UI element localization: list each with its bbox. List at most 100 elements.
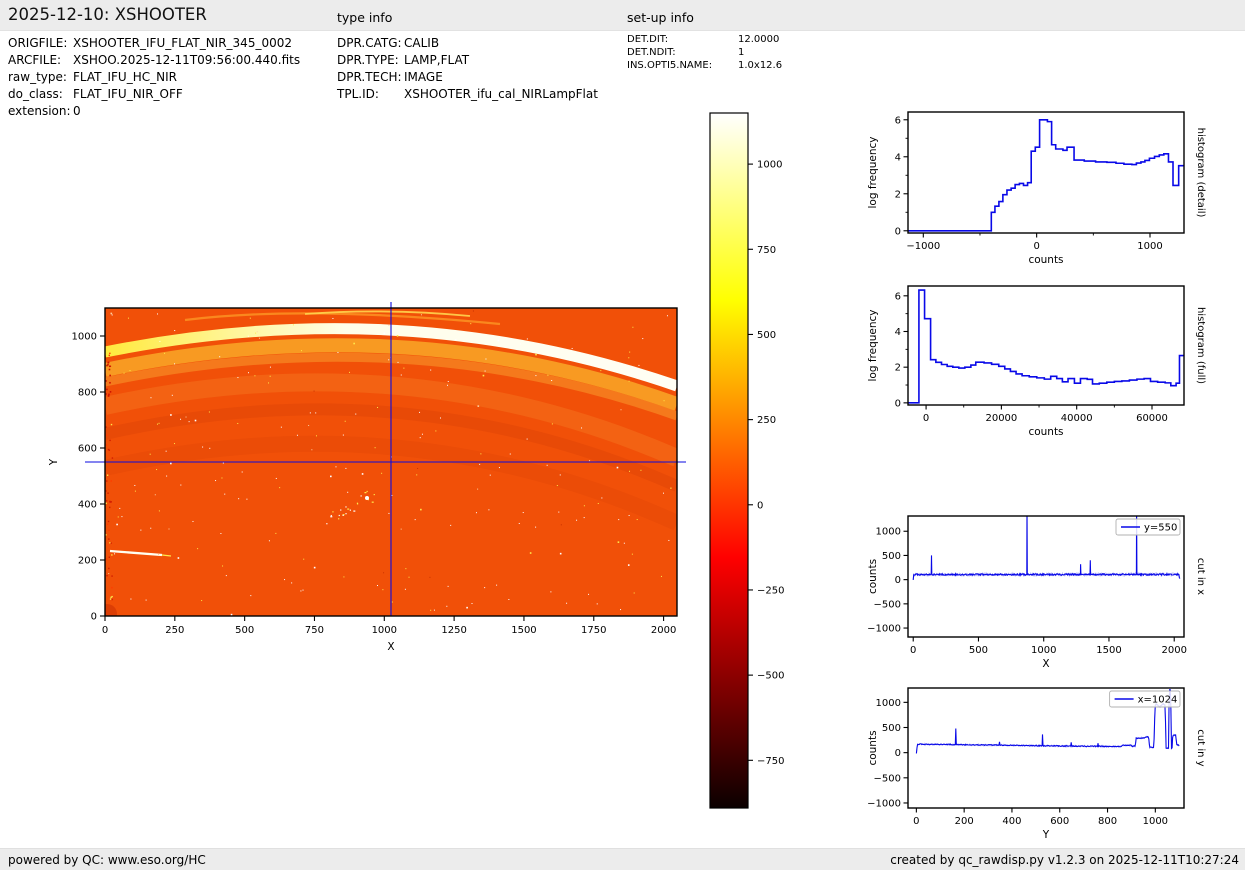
field-value: 12.0000 [738,34,779,45]
y-tick-label: 500 [882,551,901,562]
x-tick-label: 40000 [1061,413,1093,424]
colorbar-tick-label: 1000 [757,160,782,171]
y-tick-label: 6 [895,291,901,302]
y-tick-label: 600 [78,444,97,455]
type-info-heading: type info [337,10,392,25]
field-label: raw_type: [8,70,67,84]
image-x-axis: 025050075010001250150017502000 [102,616,677,636]
y-tick-label: 2 [895,363,901,374]
x-tick-label: 1000 [1031,645,1056,656]
field-label: ARCFILE: [8,53,61,67]
x-axis-label: counts [1028,426,1063,438]
y-tick-label: 4 [895,327,901,338]
x-tick-label: 20000 [985,413,1017,424]
colorbar-tick-label: −500 [757,671,784,682]
field-label: DET.NDIT: [627,47,676,58]
footer-powered-by: powered by QC: www.eso.org/HC [8,853,206,867]
field-value: XSHOOTER_IFU_FLAT_NIR_345_0002 [73,36,292,50]
field-value: LAMP,FLAT [404,53,469,67]
image-y-axis-label: Y [48,458,60,466]
x-tick-label: 500 [969,645,988,656]
y-tick-label: −1000 [867,798,901,809]
y-tick-label: 400 [78,500,97,511]
field-value: CALIB [404,36,439,50]
x-axis: 02004006008001000 [913,808,1168,827]
x-tick-label: 0 [923,413,929,424]
y-tick-label: 0 [91,612,97,623]
y-tick-label: 4 [895,152,901,163]
x-tick-label: −1000 [906,241,940,252]
y-tick-label: 1000 [876,527,901,538]
field-label: INS.OPTI5.NAME: [627,60,712,71]
field-value: XSHOOTER_ifu_cal_NIRLampFlat [404,87,598,101]
x-tick-label: 2000 [1161,645,1186,656]
image-x-axis-label: X [387,641,394,653]
field-value: IMAGE [404,70,443,84]
y-tick-label: 0 [895,748,901,759]
field-value: XSHOO.2025-12-11T09:56:00.440.fits [73,53,300,67]
setup-info-heading: set-up info [627,10,694,25]
x-tick-label: 400 [1002,816,1021,827]
x-tick-label: 1000 [372,625,397,636]
y-tick-label: 0 [895,226,901,237]
footer-bar: powered by QC: www.eso.org/HC created by… [0,848,1245,870]
y-axis: 0 2 4 6 [895,115,908,237]
y-tick-label: −1000 [867,624,901,635]
x-tick-label: 1250 [441,625,466,636]
field-value: FLAT_IFU_HC_NIR [73,70,177,84]
axes-box [908,112,1184,233]
cut-in-x-plot: 0500100015002000−1000−50005001000Xcounts… [853,497,1225,675]
y-tick-label: −500 [874,599,901,610]
y-tick-label: 2 [895,189,901,200]
y-tick-label: 800 [78,388,97,399]
x-tick-label: 0 [910,645,916,656]
field-value: 1 [738,47,744,58]
field-label: extension: [8,104,71,118]
colorbar-gradient [710,113,748,808]
legend-label: y=550 [1144,523,1177,534]
corner-dark-patch [97,604,117,624]
y-tick-label: 1000 [876,698,901,709]
page-title: 2025-12-10: XSHOOTER [8,5,207,24]
y-axis-label: counts [867,559,879,594]
y-tick-label: 1000 [72,332,97,343]
field-label: do_class: [8,87,63,101]
colorbar-tick-label: −250 [757,585,784,596]
y-tick-label: 200 [78,556,97,567]
x-tick-label: 1500 [511,625,536,636]
detector-pixels [97,308,678,624]
colorbar-tick-label: 500 [757,330,776,341]
x-axis: −100001000 [906,233,1162,252]
colorbar-tick-label: −750 [757,756,784,767]
y-tick-label: 6 [895,115,901,126]
x-tick-label: 1000 [1137,241,1162,252]
x-tick-label: 200 [955,816,974,827]
series-line [908,120,1184,231]
x-tick-label: 1750 [581,625,606,636]
field-value: FLAT_IFU_NIR_OFF [73,87,183,101]
field-label: TPL.ID: [337,87,379,101]
side-label: cut in x [1195,558,1206,595]
x-axis-label: Y [1042,829,1050,841]
x-tick-label: 800 [1098,816,1117,827]
detector-image: 025050075010001250150017502000X020040060… [40,280,745,670]
y-tick-label: 0 [895,398,901,409]
colorbar-tick-label: 750 [757,245,776,256]
field-value: 1.0x12.6 [738,60,782,71]
colorbar: 10007505002500−250−500−750 [700,100,815,820]
side-label: cut in y [1195,729,1206,766]
histogram-detail-plot: −100001000 0 2 4 6 counts log frequency histogr… [853,93,1225,275]
field-label: DPR.TECH: [337,70,402,84]
x-axis: 0200004000060000 [923,405,1168,424]
x-tick-label: 0 [102,625,108,636]
legend: x=1024 [1110,691,1180,707]
y-axis: 0 2 4 6 [895,291,908,409]
y-axis-label: log frequency [867,136,879,208]
side-label: histogram (detail) [1195,128,1206,218]
legend-label: x=1024 [1138,695,1178,706]
y-tick-label: 0 [895,575,901,586]
y-tick-label: −500 [874,773,901,784]
series-line [908,290,1184,403]
x-axis-label: counts [1028,254,1063,266]
x-tick-label: 750 [305,625,324,636]
